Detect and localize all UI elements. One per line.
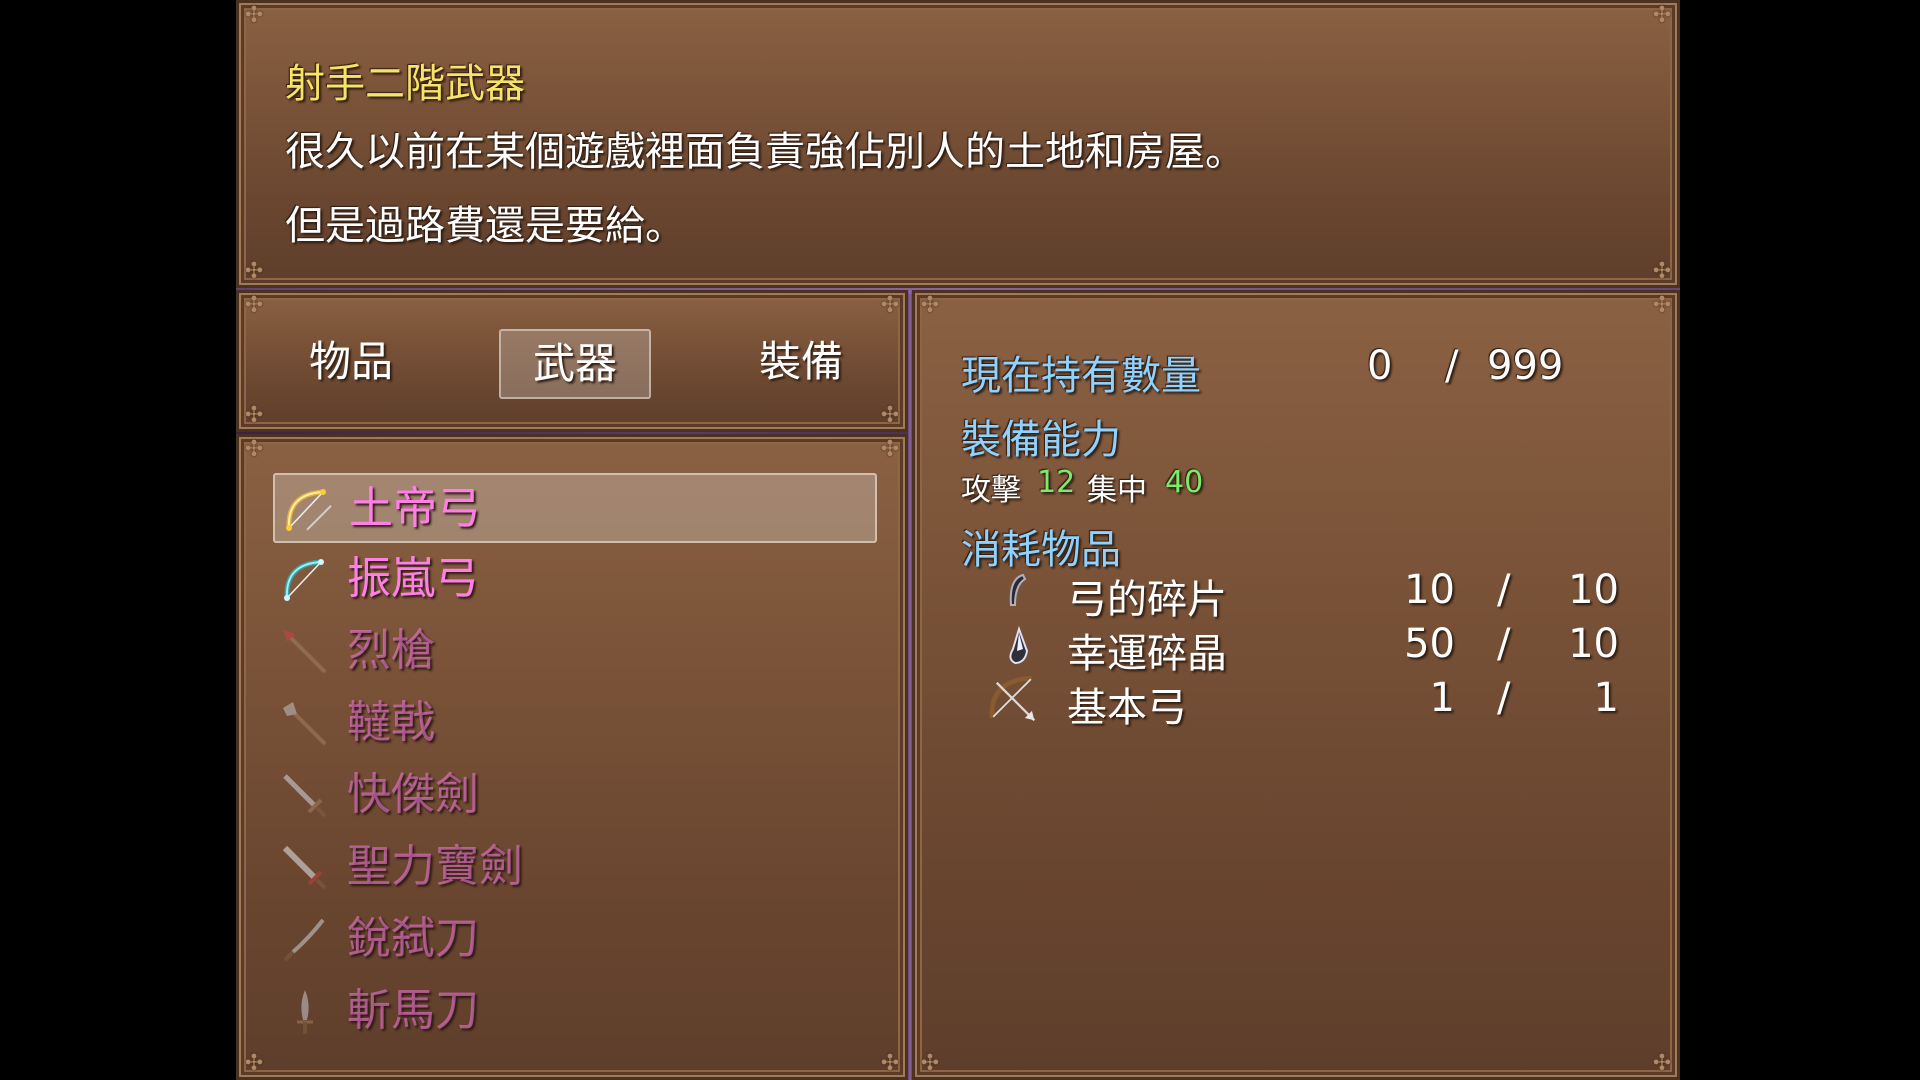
material-name: 幸運碎晶 [1067,631,1227,677]
focus-stat-label: 集中 [1087,473,1147,508]
corner-ornament-icon: ✣ [920,293,940,318]
list-item[interactable]: 振嵐弓 [273,545,877,615]
material-need: 10 [1568,567,1619,613]
game-screen: ✣ ✣ ✣ ✣ 射手二階武器 很久以前在某個遊戲裡面負責強佔別人的土地和房屋。 … [236,0,1680,1080]
sword-icon [283,774,327,818]
item-name: 烈槍 [347,625,435,676]
corner-ornament-icon: ✣ [244,259,264,284]
material-slash: / [1497,675,1511,721]
help-description-line-1: 很久以前在某個遊戲裡面負責強佔別人的土地和房屋。 [285,129,1245,175]
material-name: 基本弓 [1067,685,1187,731]
halberd-icon [283,702,327,746]
corner-ornament-icon: ✣ [1652,293,1672,318]
material-row: 弓的碎片 10 / 10 [985,567,1625,623]
list-item[interactable]: 銳弑刀 [273,905,877,975]
tab-weapons[interactable]: 武器 [499,329,651,399]
material-need: 10 [1568,621,1619,667]
owned-quantity-max: 999 [1487,343,1564,389]
material-slash: / [1497,621,1511,667]
material-name: 弓的碎片 [1067,577,1227,623]
item-name: 快傑劍 [347,769,479,820]
corner-ornament-icon: ✣ [880,437,900,462]
item-list-window: ✣ ✣ ✣ ✣ 土帝弓 振嵐弓 烈槍 韃戟 快傑劍 聖力寶劍 銳弑刀 斬馬刀 [236,434,908,1080]
owned-quantity-label: 現在持有數量 [961,353,1201,399]
corner-ornament-icon: ✣ [920,1051,940,1076]
material-row: 基本弓 1 / 1 [985,675,1625,731]
red-spear-icon [283,630,327,674]
item-name: 韃戟 [347,697,435,748]
attack-stat-value: 12 [1037,465,1076,500]
list-item[interactable]: 烈槍 [273,617,877,687]
corner-ornament-icon: ✣ [1652,1051,1672,1076]
list-item[interactable]: 韃戟 [273,689,877,759]
corner-ornament-icon: ✣ [244,293,264,318]
item-name: 土帝弓 [349,483,481,534]
item-detail-window: ✣ ✣ ✣ ✣ 現在持有數量 0 / 999 裝備能力 攻擊 12 集中 40 … [912,290,1680,1080]
material-have: 1 [1429,675,1455,721]
owned-quantity-value: 0 [1367,343,1393,389]
lucky-crystal-icon [1009,625,1029,665]
corner-ornament-icon: ✣ [244,403,264,428]
item-name: 銳弑刀 [347,913,479,964]
basic-bow-icon [989,675,1036,722]
tab-equipment[interactable]: 裝備 [725,329,877,399]
material-row: 幸運碎晶 50 / 10 [985,621,1625,677]
list-item[interactable]: 聖力寶劍 [273,833,877,903]
list-item[interactable]: 斬馬刀 [273,977,877,1047]
attack-stat-label: 攻擊 [961,473,1021,508]
broadsword-icon [297,990,313,1034]
list-item[interactable]: 快傑劍 [273,761,877,831]
help-description-line-2: 但是過路費還是要給。 [285,203,685,249]
help-window: ✣ ✣ ✣ ✣ 射手二階武器 很久以前在某個遊戲裡面負責強佔別人的土地和房屋。 … [236,0,1680,288]
owned-quantity-slash: / [1445,343,1459,389]
material-have: 10 [1404,567,1455,613]
corner-ornament-icon: ✣ [244,1051,264,1076]
golden-bow-icon [286,489,332,531]
material-need: 1 [1593,675,1619,721]
corner-ornament-icon: ✣ [1652,259,1672,284]
katana-icon [283,918,325,962]
bow-shard-icon [1009,573,1027,606]
corner-ornament-icon: ✣ [880,293,900,318]
list-item[interactable]: 土帝弓 [273,473,877,543]
corner-ornament-icon: ✣ [1652,3,1672,28]
corner-ornament-icon: ✣ [244,3,264,28]
equip-ability-label: 裝備能力 [961,417,1121,463]
teal-bow-icon [284,559,324,601]
item-name: 振嵐弓 [347,553,479,604]
help-title: 射手二階武器 [285,61,525,107]
material-have: 50 [1404,621,1455,667]
corner-ornament-icon: ✣ [880,1051,900,1076]
category-window: ✣ ✣ ✣ ✣ 物品 武器 裝備 [236,290,908,432]
corner-ornament-icon: ✣ [244,437,264,462]
item-name: 斬馬刀 [347,985,479,1036]
holy-sword-icon [282,845,327,890]
focus-stat-value: 40 [1165,465,1204,500]
corner-ornament-icon: ✣ [880,403,900,428]
tab-items[interactable]: 物品 [275,329,427,399]
item-name: 聖力寶劍 [347,841,523,892]
material-slash: / [1497,567,1511,613]
